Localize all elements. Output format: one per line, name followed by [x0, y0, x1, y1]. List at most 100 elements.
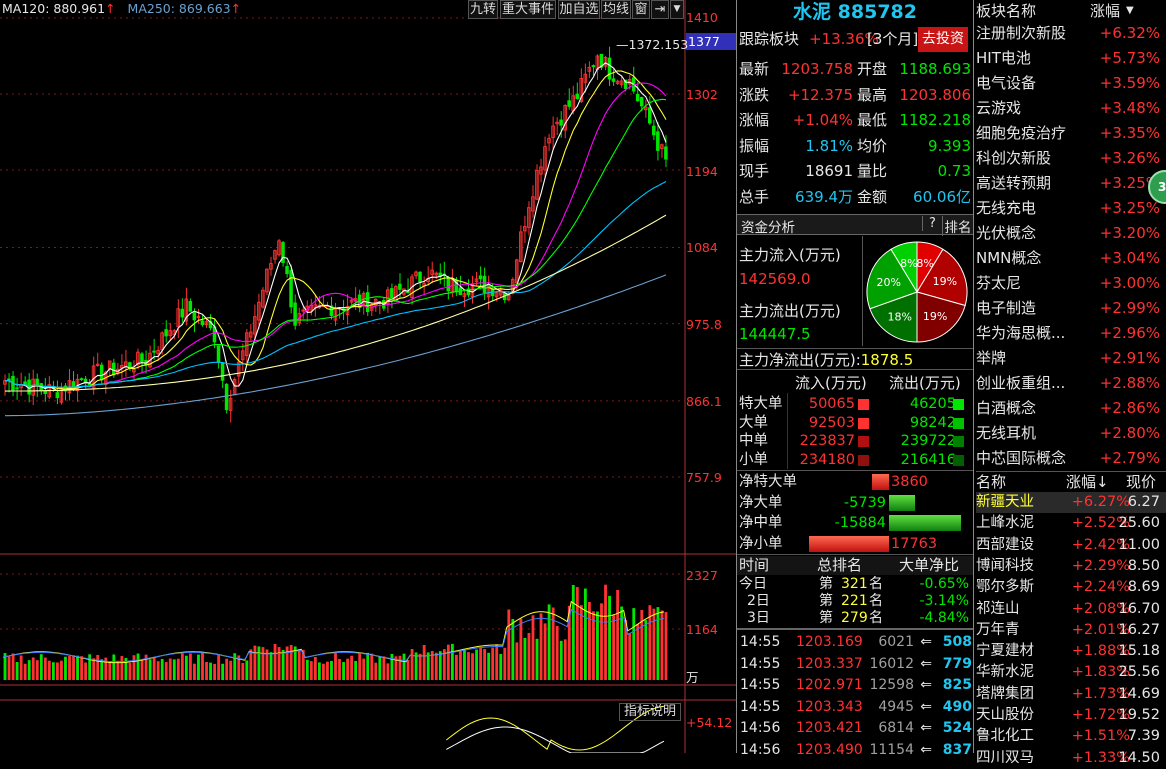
stock-item[interactable]: 万年青 +2.01% 16.27: [976, 620, 1166, 641]
stock-item[interactable]: 西部建设 +2.42% 11.00: [976, 535, 1166, 556]
rank-tab[interactable]: 排名: [942, 216, 973, 236]
major-events-button[interactable]: 重大事件: [500, 0, 556, 19]
help-icon[interactable]: ?: [922, 216, 942, 231]
sector-item[interactable]: 无线充电 +3.25%: [976, 196, 1166, 221]
sector-item[interactable]: 科创次新股 +3.26%: [976, 146, 1166, 171]
stock-item[interactable]: 塔牌集团 +1.73% 14.69: [976, 684, 1166, 705]
sector-item-pct: +2.88%: [1099, 374, 1160, 392]
tick-row[interactable]: 14:56 1203.490 11154 ⇐ 837: [738, 740, 972, 761]
tick-row[interactable]: 14:55 1203.169 6021 ⇐ 508: [738, 632, 972, 653]
volume-bar: [7, 656, 11, 680]
jiuzhuan-button[interactable]: 九转: [468, 0, 498, 19]
fund-analysis-tab[interactable]: 资金分析: [741, 216, 795, 236]
volume-bar: [241, 662, 245, 680]
sector-item[interactable]: 细胞免疫治疗 +3.35%: [976, 121, 1166, 146]
sector-item[interactable]: 电气设备 +3.59%: [976, 71, 1166, 96]
volume-bar: [326, 661, 329, 680]
volume-bar: [64, 656, 67, 680]
sector-item-pct: +2.86%: [1099, 399, 1160, 417]
volume-axis: 2327 1164 万: [686, 560, 736, 685]
volume-bar: [27, 660, 31, 680]
tick-row[interactable]: 14:56 1203.421 6814 ⇐ 524: [738, 718, 972, 739]
stock-item[interactable]: 宁夏建材 +1.88% 15.18: [976, 641, 1166, 662]
sector-item-name: 光伏概念: [976, 224, 1037, 242]
candle-body: [591, 65, 596, 68]
sector-name-header[interactable]: 板块名称: [976, 0, 1036, 22]
sector-item[interactable]: 云游戏 +3.48%: [976, 96, 1166, 121]
rank-ratio-header: 大单净比: [899, 556, 960, 574]
volume-bar: [604, 584, 607, 680]
stock-item[interactable]: 新疆天业 +6.27% 6.27: [976, 492, 1166, 513]
sector-item[interactable]: 创业板重组... +2.88%: [976, 371, 1166, 396]
volume-bar: [656, 607, 660, 680]
tick-time: 14:55: [740, 634, 781, 650]
volume-bar: [277, 647, 281, 680]
tick-row[interactable]: 14:55 1202.971 12598 ⇐ 825: [738, 675, 972, 696]
stock-item-price: 16.70: [1118, 600, 1160, 617]
rank-ming: 名: [869, 593, 883, 609]
sector-item[interactable]: 无线耳机 +2.80%: [976, 421, 1166, 446]
volume-bar: [454, 654, 458, 680]
volume-bar: [289, 644, 293, 680]
stock-item-price: 11.00: [1118, 536, 1160, 553]
dropdown-icon[interactable]: ▼: [670, 0, 684, 19]
stock-item-price: 8.50: [1127, 557, 1160, 574]
sector-item[interactable]: HIT电池 +5.73%: [976, 46, 1166, 71]
invest-button[interactable]: 去投资: [918, 27, 968, 52]
candle-body: [482, 275, 487, 293]
rank-ming: 名: [869, 610, 883, 626]
stock-name-header[interactable]: 名称: [976, 472, 1006, 492]
stock-price-header[interactable]: 现价: [1126, 472, 1156, 492]
net-outflow-label: 主力净流出(万元):: [739, 351, 861, 369]
sector-item[interactable]: 芬太尼 +3.00%: [976, 271, 1166, 296]
flow-out-value: 216416: [900, 451, 956, 468]
sector-item[interactable]: 注册制次新股 +6.32%: [976, 21, 1166, 46]
sector-item[interactable]: 举牌 +2.91%: [976, 346, 1166, 371]
volume-bar: [152, 656, 156, 680]
volume-bar: [156, 661, 160, 680]
indicator-help-button[interactable]: 指标说明: [619, 703, 681, 721]
sector-item[interactable]: NMN概念 +3.04%: [976, 246, 1166, 271]
volume-bar: [487, 652, 491, 680]
stock-item[interactable]: 鲁北化工 +1.51% 7.39: [976, 726, 1166, 747]
volume-bar: [245, 660, 249, 680]
sector-item[interactable]: 光伏概念 +3.20%: [976, 221, 1166, 246]
dropdown-icon[interactable]: ▼: [1126, 0, 1134, 22]
panel-toggle-icon[interactable]: ⇥: [651, 0, 669, 19]
tick-time: 14:56: [740, 720, 781, 736]
stock-item[interactable]: 上峰水泥 +2.52% 25.60: [976, 513, 1166, 534]
ma-button[interactable]: 均线: [601, 0, 631, 19]
sector-item[interactable]: 高送转预期 +3.25%: [976, 171, 1166, 196]
stock-item[interactable]: 鄂尔多斯 +2.24% 8.69: [976, 577, 1166, 598]
volume-bar: [281, 649, 285, 680]
rank-di: 第: [819, 593, 833, 609]
sector-item[interactable]: 电子制造 +2.99%: [976, 296, 1166, 321]
volume-bar: [197, 654, 200, 680]
sector-item[interactable]: 中芯国际概念 +2.79%: [976, 446, 1166, 471]
flow-label: 特大单: [739, 396, 783, 412]
volume-bar: [422, 644, 426, 680]
tick-row[interactable]: 14:55 1203.337 16012 ⇐ 779: [738, 654, 972, 675]
stock-item[interactable]: 四川双马 +1.33% 14.50: [976, 748, 1166, 769]
stock-item[interactable]: 天山股份 +1.72% 19.52: [976, 705, 1166, 726]
candle-body: [180, 308, 185, 318]
sector-item[interactable]: 华为海思概... +2.96%: [976, 321, 1166, 346]
ma30-line: [4, 98, 667, 389]
net-flow-bar: [889, 515, 961, 531]
net-flow-row: 净小单 17763: [737, 534, 973, 554]
sector-item-pct: +3.59%: [1099, 74, 1160, 92]
candle-body: [664, 146, 668, 160]
sector-item[interactable]: 白酒概念 +2.86%: [976, 396, 1166, 421]
stock-pct-header[interactable]: 涨幅↓: [1066, 472, 1109, 492]
tick-row[interactable]: 14:55 1203.343 4945 ⇐ 490: [738, 697, 972, 718]
volume-bar: [313, 657, 317, 680]
window-button[interactable]: 窗: [632, 0, 650, 19]
stock-item[interactable]: 博闻科技 +2.29% 8.50: [976, 556, 1166, 577]
stock-item[interactable]: 祁连山 +2.08% 16.70: [976, 599, 1166, 620]
add-watchlist-button[interactable]: 加自选: [558, 0, 600, 19]
stock-item[interactable]: 华新水泥 +1.83% 25.56: [976, 662, 1166, 683]
sector-pct-header[interactable]: 涨幅: [1090, 0, 1120, 22]
volume-bar: [92, 658, 96, 680]
kline-chart[interactable]: [0, 0, 736, 753]
volume-bar: [172, 659, 176, 680]
